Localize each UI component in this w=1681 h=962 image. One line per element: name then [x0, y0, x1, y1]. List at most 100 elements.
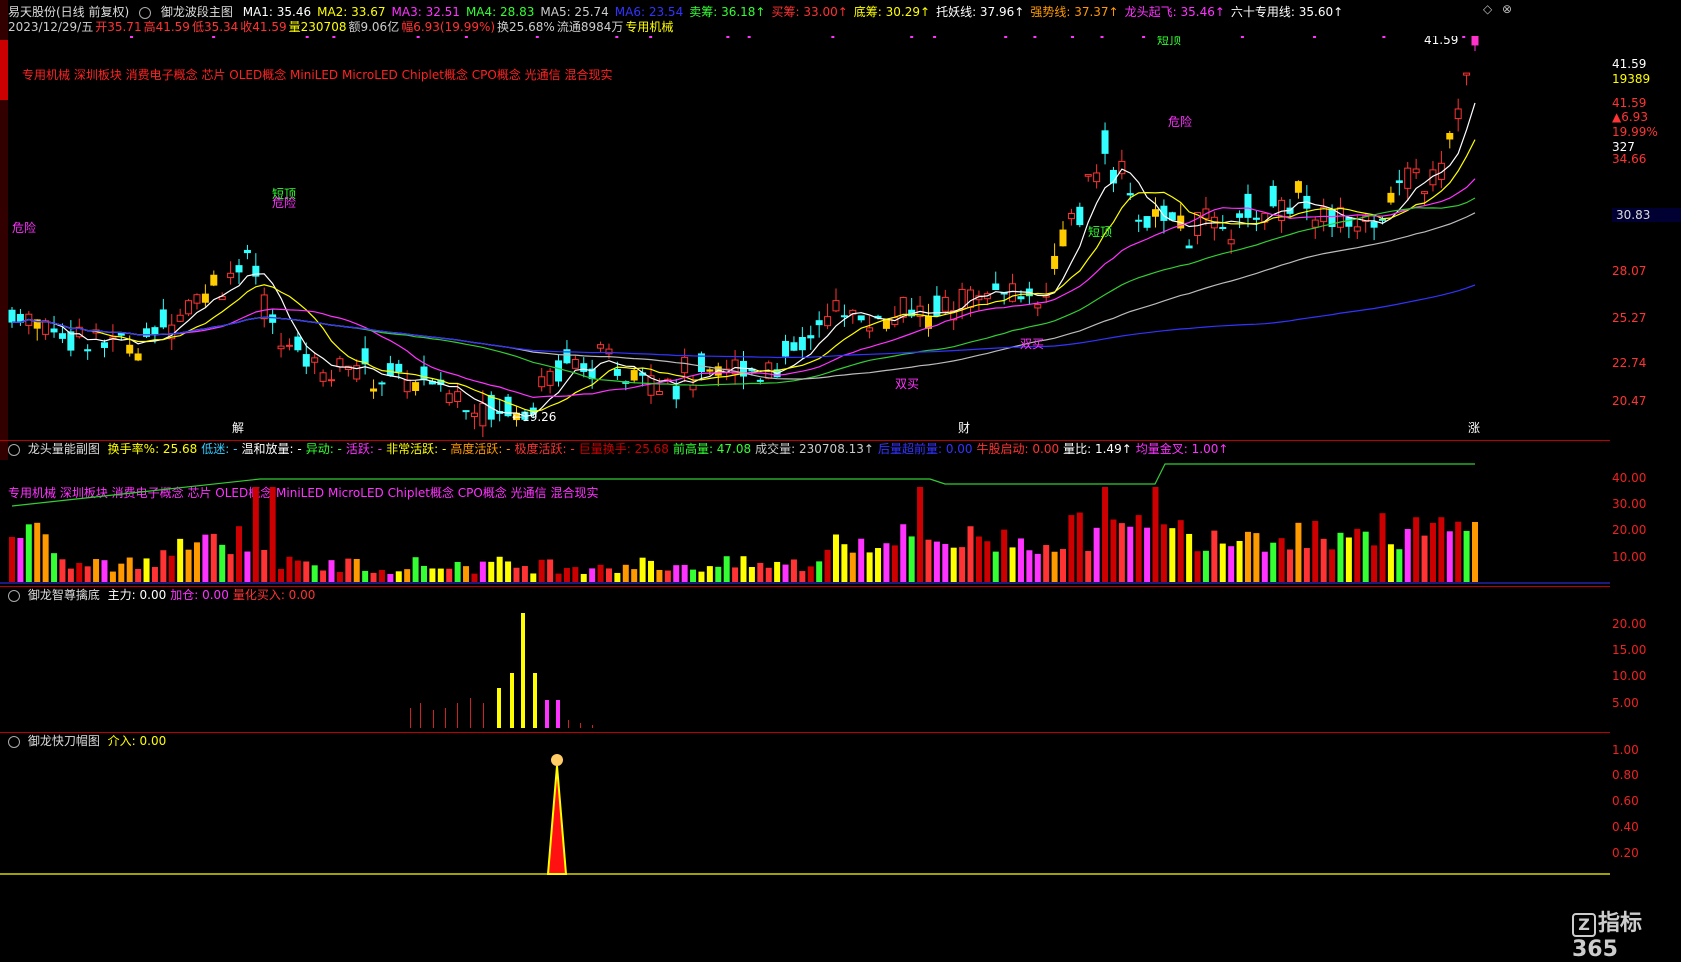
settings-icon[interactable]	[8, 443, 20, 456]
kd-title[interactable]: 御龙快刀帽图	[28, 734, 100, 748]
header-item: 巨量换手: 25.68	[578, 442, 669, 456]
candle-body	[1126, 193, 1134, 196]
volume-bar	[648, 560, 655, 582]
volume-bar	[84, 566, 91, 582]
volume-bar	[1135, 515, 1142, 582]
volume-bar	[1303, 548, 1310, 582]
volume-bar	[1009, 547, 1016, 582]
signal-dot	[726, 36, 730, 38]
volume-bar	[1034, 553, 1041, 582]
volume-bar	[1312, 520, 1319, 582]
ma-line	[12, 284, 1476, 359]
volume-bar	[1337, 532, 1344, 582]
signal-dot	[212, 36, 216, 38]
stock-name[interactable]: 易天股份(日线 前复权)	[8, 5, 129, 19]
volume-bar	[513, 567, 520, 582]
candle-body	[1076, 206, 1084, 226]
zz-chart[interactable]	[0, 600, 1610, 732]
volume-bar	[1060, 549, 1067, 582]
signal-dot	[1382, 36, 1386, 38]
volume-bar	[917, 487, 924, 582]
volume-title[interactable]: 龙头量能副图	[28, 442, 100, 456]
header-item: 换25.68%	[497, 20, 555, 34]
candle-body	[807, 335, 815, 339]
header-item: 专用机械	[625, 20, 674, 34]
volume-bar	[1472, 522, 1478, 582]
volume-bar	[992, 551, 999, 582]
candle-body	[412, 382, 420, 392]
volume-bar	[866, 552, 873, 582]
scale-tick: 20.00	[1612, 617, 1647, 631]
volume-bar	[631, 569, 638, 582]
volume-chart[interactable]	[0, 456, 1610, 586]
money-bag-icon	[551, 754, 563, 766]
volume-bar	[832, 534, 839, 582]
volume-bar	[1404, 528, 1411, 582]
diamond-icon[interactable]: ◇	[1483, 2, 1492, 16]
volume-bar	[236, 526, 243, 582]
scale-tick: 0.60	[1612, 794, 1639, 808]
volume-bar	[76, 563, 83, 582]
candlestick-chart[interactable]: 危险短顶危险短顶危险短顶双买双买←19.2641.59解财涨	[0, 36, 1610, 441]
volume-bar	[1169, 528, 1176, 582]
header-item: MA4: 28.83	[465, 5, 535, 19]
candle-body	[42, 320, 50, 335]
candle-body	[1370, 221, 1378, 228]
volume-bar	[109, 571, 116, 582]
volume-bar	[1076, 512, 1083, 582]
kd-peak	[546, 765, 568, 875]
header-item: 开35.71	[95, 20, 142, 34]
volume-bar	[93, 559, 100, 582]
volume-bar	[563, 568, 570, 582]
signal-dot	[464, 36, 468, 38]
settings-icon[interactable]	[139, 6, 152, 19]
candle-body	[403, 379, 411, 393]
candle-body	[571, 359, 579, 369]
candle-body	[134, 353, 142, 361]
candle-body	[1454, 108, 1462, 120]
volume-bar	[101, 560, 108, 582]
kd-chart[interactable]	[0, 748, 1610, 943]
volume-bar	[429, 568, 436, 582]
close-icon[interactable]: ⊗	[1502, 2, 1512, 16]
main-indicator-name[interactable]: 御龙波段主图	[161, 5, 233, 19]
volume-bar	[757, 562, 764, 582]
candle-body	[1446, 132, 1454, 140]
volume-bar	[875, 548, 882, 582]
volume-bar	[950, 547, 957, 582]
chart-label: ←19.26	[512, 410, 556, 424]
candle-body	[613, 368, 621, 376]
candle-body	[1059, 229, 1067, 247]
volume-bar	[227, 554, 234, 582]
scale-tick: 41.59	[1612, 57, 1647, 71]
volume-bar	[1152, 487, 1159, 582]
chart-label: 短顶	[1157, 36, 1181, 47]
volume-bar	[454, 561, 461, 582]
candle-body	[798, 337, 806, 351]
candle-body	[1311, 219, 1319, 228]
candle-body	[655, 390, 663, 395]
volume-bar	[900, 524, 907, 582]
header-item: MA2: 33.67	[317, 5, 386, 19]
volume-bar	[378, 569, 385, 582]
candle-body	[1017, 296, 1025, 300]
volume-bar	[521, 566, 528, 582]
volume-bar	[765, 567, 772, 582]
volume-bar	[690, 569, 697, 582]
volume-bar	[1387, 544, 1394, 582]
candle-body	[126, 344, 134, 354]
candle-body	[319, 372, 327, 382]
candle-body	[1379, 218, 1387, 221]
volume-bar	[1362, 531, 1369, 582]
volume-bar	[1160, 524, 1167, 582]
volume-bar	[1295, 522, 1302, 582]
header-item: 异动: -	[305, 442, 342, 456]
header-item: 托妖线: 37.96↑	[936, 5, 1025, 19]
signal-dot	[1004, 36, 1008, 38]
candle-body	[580, 363, 588, 372]
candle-body	[395, 363, 403, 373]
header-item: 前高量: 47.08	[672, 442, 752, 456]
chart-label: 短顶	[1088, 225, 1112, 239]
scale-tick: 0.80	[1612, 768, 1639, 782]
settings-icon[interactable]	[8, 735, 20, 748]
